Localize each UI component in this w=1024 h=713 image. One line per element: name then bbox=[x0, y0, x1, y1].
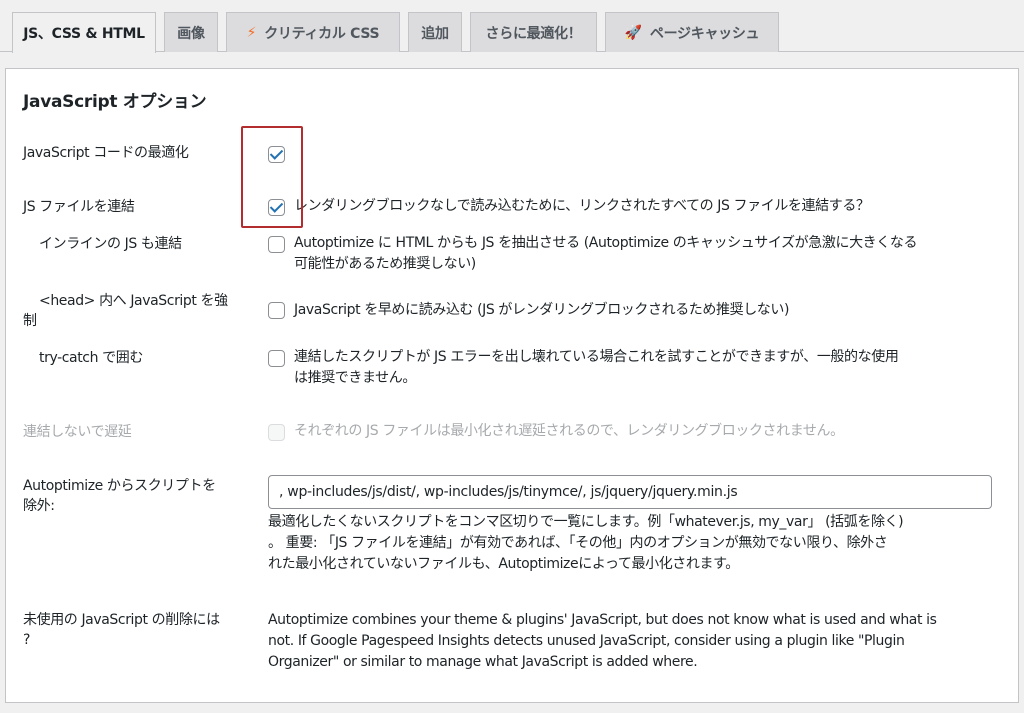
tab-label: 画像 bbox=[177, 25, 205, 42]
help-line: 。 重要: 「JS ファイルを連結」が有効であれば、「その他」内のオプションが無… bbox=[268, 535, 888, 551]
label-line: 除外: bbox=[23, 498, 55, 514]
tab-bar: JS、CSS & HTML 画像 ⚡ クリティカル CSS 追加 さらに最適化！… bbox=[0, 0, 1024, 53]
aggregate-js-desc: レンダリングブロックなしで読み込むために、リンクされたすべての JS ファイルを… bbox=[294, 198, 870, 214]
tab-page-cache[interactable]: 🚀 ページキャッシュ bbox=[605, 12, 779, 52]
force-head-checkbox[interactable] bbox=[268, 302, 285, 319]
aggregate-js-label: JS ファイルを連結 bbox=[23, 199, 135, 215]
text-line: Autoptimize combines your theme & plugin… bbox=[268, 612, 937, 628]
try-catch-checkbox[interactable] bbox=[268, 350, 285, 367]
label-line: 制 bbox=[23, 313, 37, 329]
exclude-scripts-label: Autoptimize からスクリプトを 除外: bbox=[23, 476, 245, 516]
label-line: 未使用の JavaScript の削除には bbox=[23, 612, 220, 628]
desc-line: Autoptimize に HTML からも JS を抽出させる (Autopt… bbox=[294, 235, 918, 251]
bolt-icon: ⚡ bbox=[246, 24, 257, 41]
optimize-js-label: JavaScript コードの最適化 bbox=[23, 145, 189, 161]
unused-js-label: 未使用の JavaScript の削除には ? bbox=[23, 610, 245, 650]
highlight-box bbox=[241, 126, 303, 228]
inline-js-label: インラインの JS も連結 bbox=[39, 236, 182, 252]
tab-label: ページキャッシュ bbox=[649, 25, 760, 42]
force-head-label: <head> 内へ JavaScript を強 制 bbox=[23, 291, 245, 331]
force-head-desc: JavaScript を早めに読み込む (JS がレンダリングブロックされるため… bbox=[294, 302, 790, 318]
text-line: Organizer" or similar to manage what Jav… bbox=[268, 654, 698, 670]
inline-js-checkbox[interactable] bbox=[268, 236, 285, 253]
tab-images[interactable]: 画像 bbox=[164, 12, 218, 52]
desc-line: 可能性があるため推奨しない) bbox=[294, 256, 476, 272]
tab-critical-css[interactable]: ⚡ クリティカル CSS bbox=[226, 12, 400, 52]
label-line: ? bbox=[23, 632, 31, 648]
exclude-scripts-help: 最適化したくないスクリプトをコンマ区切りで一覧にします。例「whatever.j… bbox=[268, 512, 988, 575]
inline-js-desc: Autoptimize に HTML からも JS を抽出させる (Autopt… bbox=[294, 233, 994, 275]
defer-not-aggregate-desc: それぞれの JS ファイルは最小化され遅延されるので、レンダリングブロックされま… bbox=[294, 423, 844, 439]
label-line: <head> 内へ JavaScript を強 bbox=[39, 293, 228, 309]
desc-line: は推奨できません。 bbox=[294, 370, 416, 386]
tab-extra[interactable]: 追加 bbox=[408, 12, 462, 52]
help-line: れた最小化されていないファイルも、Autoptimizeによって最小化されます。 bbox=[268, 556, 739, 572]
help-line: 最適化したくないスクリプトをコンマ区切りで一覧にします。例「whatever.j… bbox=[268, 514, 904, 530]
label-line: Autoptimize からスクリプトを bbox=[23, 478, 216, 494]
tab-label: JS、CSS & HTML bbox=[23, 26, 145, 42]
section-title: JavaScript オプション bbox=[23, 92, 207, 112]
settings-panel: JavaScript オプション JavaScript コードの最適化 JS フ… bbox=[5, 68, 1019, 703]
exclude-scripts-input[interactable]: , wp-includes/js/dist/, wp-includes/js/t… bbox=[268, 475, 992, 509]
defer-not-aggregate-checkbox[interactable] bbox=[268, 424, 285, 441]
tab-label: さらに最適化！ bbox=[485, 25, 582, 42]
desc-line: 連結したスクリプトが JS エラーを出し壊れている場合これを試すことができますが… bbox=[294, 349, 899, 365]
rocket-icon: 🚀 bbox=[624, 24, 642, 41]
try-catch-desc: 連結したスクリプトが JS エラーを出し壊れている場合これを試すことができますが… bbox=[294, 347, 994, 389]
defer-not-aggregate-label: 連結しないで遅延 bbox=[23, 424, 132, 440]
tab-js-css-html[interactable]: JS、CSS & HTML bbox=[12, 12, 156, 53]
try-catch-label: try-catch で囲む bbox=[39, 350, 143, 366]
unused-js-text: Autoptimize combines your theme & plugin… bbox=[268, 610, 988, 673]
text-line: not. If Google Pagespeed Insights detect… bbox=[268, 633, 905, 649]
tab-label: クリティカル CSS bbox=[264, 25, 380, 42]
tab-label: 追加 bbox=[421, 25, 449, 42]
tab-optimize-more[interactable]: さらに最適化！ bbox=[470, 12, 597, 52]
